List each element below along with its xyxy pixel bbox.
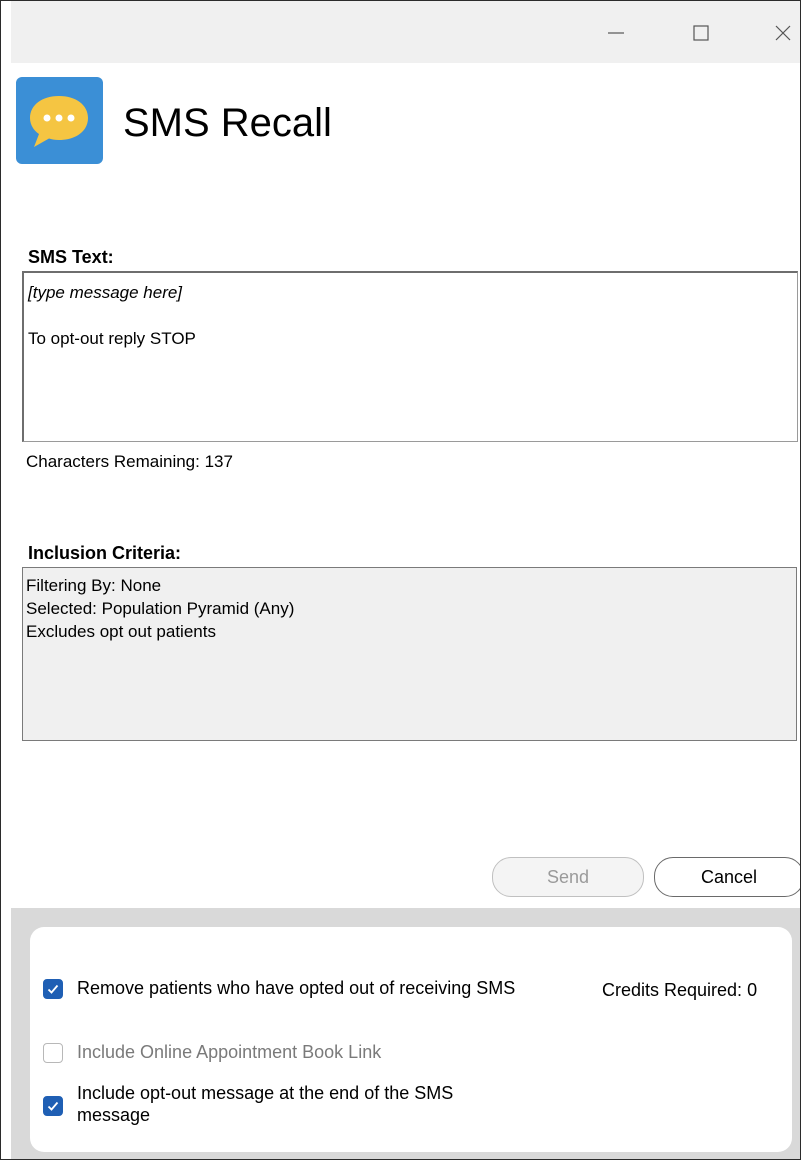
minimize-button[interactable] (596, 17, 636, 49)
sms-text-label: SMS Text: (28, 247, 114, 267)
online-booking-checkbox[interactable] (43, 1043, 63, 1063)
checkmark-icon (47, 984, 59, 994)
chat-bubble-icon (30, 96, 88, 147)
options-card: Remove patients who have opted out of re… (30, 927, 792, 1152)
maximize-icon (693, 25, 709, 41)
sms-recall-window: SMS Recall SMS Text: [type message here]… (0, 0, 801, 1160)
checkmark-icon (47, 1101, 59, 1111)
online-booking-option[interactable]: Include Online Appointment Book Link (43, 1041, 381, 1063)
sms-text-input[interactable]: [type message here] To opt-out reply STO… (22, 271, 798, 442)
sms-placeholder-line: [type message here] (28, 283, 183, 302)
optout-message-label: Include opt-out message at the end of th… (77, 1082, 453, 1126)
minimize-icon (608, 32, 624, 34)
close-button[interactable] (763, 17, 800, 49)
window-title: SMS Recall (123, 101, 332, 145)
sms-optout-line: To opt-out reply STOP (28, 329, 196, 348)
maximize-button[interactable] (681, 17, 721, 49)
remove-opted-out-checkbox[interactable] (43, 979, 63, 999)
inclusion-criteria-label: Inclusion Criteria: (28, 543, 182, 563)
optout-message-checkbox[interactable] (43, 1096, 63, 1116)
criteria-filter: Filtering By: None (26, 576, 162, 595)
optout-message-label-line1: Include opt-out message at the end of th… (77, 1083, 454, 1103)
inclusion-criteria-box: Filtering By: None Selected: Population … (22, 567, 797, 741)
optout-message-label-line2: message (77, 1105, 151, 1125)
close-icon (775, 25, 791, 41)
remove-opted-out-option[interactable]: Remove patients who have opted out of re… (43, 977, 515, 999)
options-panel: Remove patients who have opted out of re… (11, 908, 800, 1159)
cancel-button[interactable]: Cancel (654, 857, 800, 897)
credits-required: Credits Required: 0 (602, 980, 758, 1000)
online-booking-label: Include Online Appointment Book Link (77, 1042, 382, 1062)
characters-remaining: Characters Remaining: 137 (26, 452, 233, 471)
app-logo (16, 77, 103, 164)
criteria-excludes: Excludes opt out patients (26, 622, 216, 641)
optout-message-option[interactable]: Include opt-out message at the end of th… (43, 1082, 453, 1126)
send-button[interactable]: Send (492, 857, 644, 897)
remove-opted-out-label: Remove patients who have opted out of re… (77, 978, 516, 998)
criteria-selected: Selected: Population Pyramid (Any) (26, 599, 295, 618)
title-bar (11, 1, 800, 63)
